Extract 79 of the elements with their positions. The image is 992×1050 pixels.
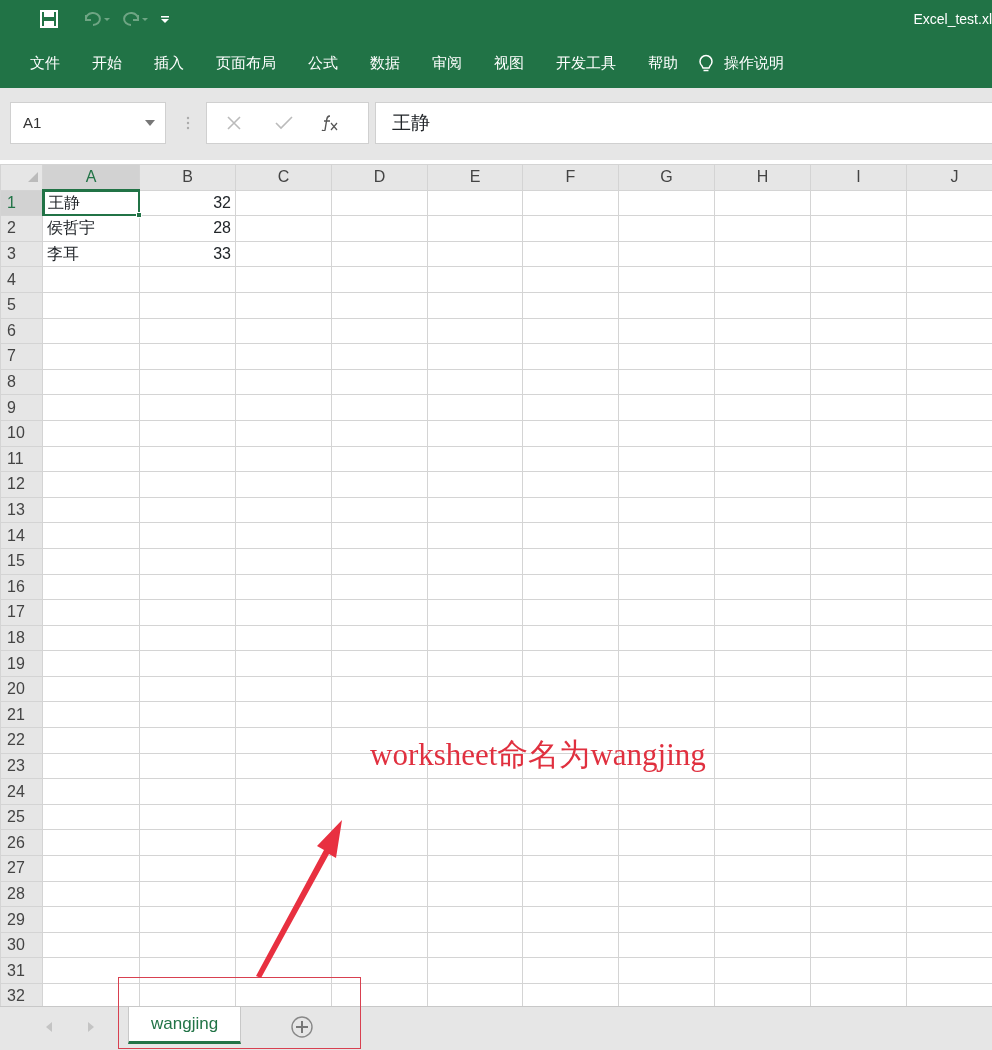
row-header[interactable]: 16 (0, 574, 43, 600)
row-header[interactable]: 31 (0, 957, 43, 984)
row-header[interactable]: 25 (0, 804, 43, 830)
row-header[interactable]: 20 (0, 676, 43, 702)
row-header[interactable]: 8 (0, 369, 43, 395)
sheet-tab[interactable]: wangjing (128, 1007, 242, 1044)
ribbon-tab[interactable]: 开始 (76, 51, 138, 75)
undo-icon[interactable] (82, 11, 112, 27)
row-header[interactable]: 23 (0, 753, 43, 779)
annotation-text: worksheet命名为wangjing (370, 736, 706, 774)
ribbon-tab[interactable]: 帮助 (632, 51, 694, 75)
row-header[interactable]: 27 (0, 855, 43, 882)
row-header[interactable]: 13 (0, 497, 43, 523)
ribbon-tab[interactable]: 审阅 (416, 51, 478, 75)
table-cell: 侯哲宇 (42, 215, 140, 242)
row-header[interactable]: 3 (0, 241, 43, 267)
row-header[interactable]: 14 (0, 522, 43, 549)
column-header[interactable]: B (139, 164, 236, 191)
row-header[interactable]: 4 (0, 266, 43, 293)
row-header[interactable]: 15 (0, 548, 43, 574)
column-header[interactable]: C (235, 164, 332, 191)
column-header[interactable]: G (618, 164, 715, 191)
customize-icon[interactable] (160, 14, 170, 24)
ribbon-tab[interactable]: 插入 (138, 51, 200, 75)
save-icon[interactable] (40, 10, 58, 28)
ribbon-tab[interactable]: 视图 (478, 51, 540, 75)
row-header[interactable]: 30 (0, 932, 43, 958)
lightbulb-icon[interactable] (698, 53, 714, 73)
row-header[interactable]: 2 (0, 215, 43, 242)
ribbon-tab[interactable]: 页面布局 (200, 51, 292, 75)
row-header[interactable]: 10 (0, 420, 43, 447)
function-icon[interactable] (321, 115, 339, 131)
column-header[interactable]: E (427, 164, 523, 191)
column-header[interactable]: F (522, 164, 619, 191)
cancel-icon[interactable] (227, 116, 241, 130)
row-header[interactable]: 1 (0, 190, 43, 216)
table-cell: 李耳 (42, 241, 140, 267)
row-header[interactable]: 11 (0, 446, 43, 472)
column-header[interactable]: I (810, 164, 907, 191)
row-header[interactable]: 29 (0, 906, 43, 933)
drag-handle-icon[interactable] (186, 116, 190, 130)
formula-field[interactable]: 王静 (375, 102, 992, 144)
table-cell: 28 (139, 215, 236, 242)
column-header[interactable]: D (331, 164, 428, 191)
name-box[interactable]: A1 (10, 102, 166, 144)
tell-me-field[interactable]: 操作说明 (724, 51, 784, 75)
row-header[interactable]: 24 (0, 778, 43, 805)
row-header[interactable]: 9 (0, 394, 43, 421)
table-cell: 王静 (42, 190, 140, 216)
row-header[interactable]: 26 (0, 829, 43, 856)
table-cell: 32 (139, 190, 236, 216)
scroll-right-icon[interactable] (88, 1022, 94, 1032)
row-header[interactable]: 21 (0, 701, 43, 728)
ribbon-tab[interactable]: 数据 (354, 51, 416, 75)
ribbon-tab[interactable]: 开发工具 (540, 51, 632, 75)
row-header[interactable]: 7 (0, 343, 43, 370)
select-all-icon[interactable] (28, 172, 38, 183)
row-header[interactable]: 18 (0, 625, 43, 651)
row-header[interactable]: 28 (0, 881, 43, 907)
row-header[interactable]: 17 (0, 599, 43, 626)
table-cell: 33 (139, 241, 236, 267)
row-header[interactable]: 5 (0, 292, 43, 319)
scroll-left-icon[interactable] (46, 1022, 52, 1032)
row-header[interactable]: 6 (0, 318, 43, 344)
ribbon-tab[interactable]: 文件 (14, 51, 76, 75)
name-box-value: A1 (22, 112, 42, 133)
checkmark-icon[interactable] (275, 116, 293, 130)
column-header[interactable]: J (906, 164, 992, 191)
ribbon-tab[interactable]: 公式 (292, 51, 354, 75)
row-header[interactable]: 19 (0, 650, 43, 677)
window-title: Excel_test.xl (913, 9, 992, 29)
redo-icon[interactable] (120, 11, 150, 27)
dropdown-icon[interactable] (145, 120, 155, 126)
add-sheet-icon[interactable] (291, 1016, 314, 1038)
row-header[interactable]: 12 (0, 471, 43, 498)
fill-handle[interactable] (136, 212, 142, 219)
column-header[interactable]: H (714, 164, 811, 191)
row-header[interactable]: 22 (0, 727, 43, 754)
column-header[interactable]: A (42, 164, 140, 191)
